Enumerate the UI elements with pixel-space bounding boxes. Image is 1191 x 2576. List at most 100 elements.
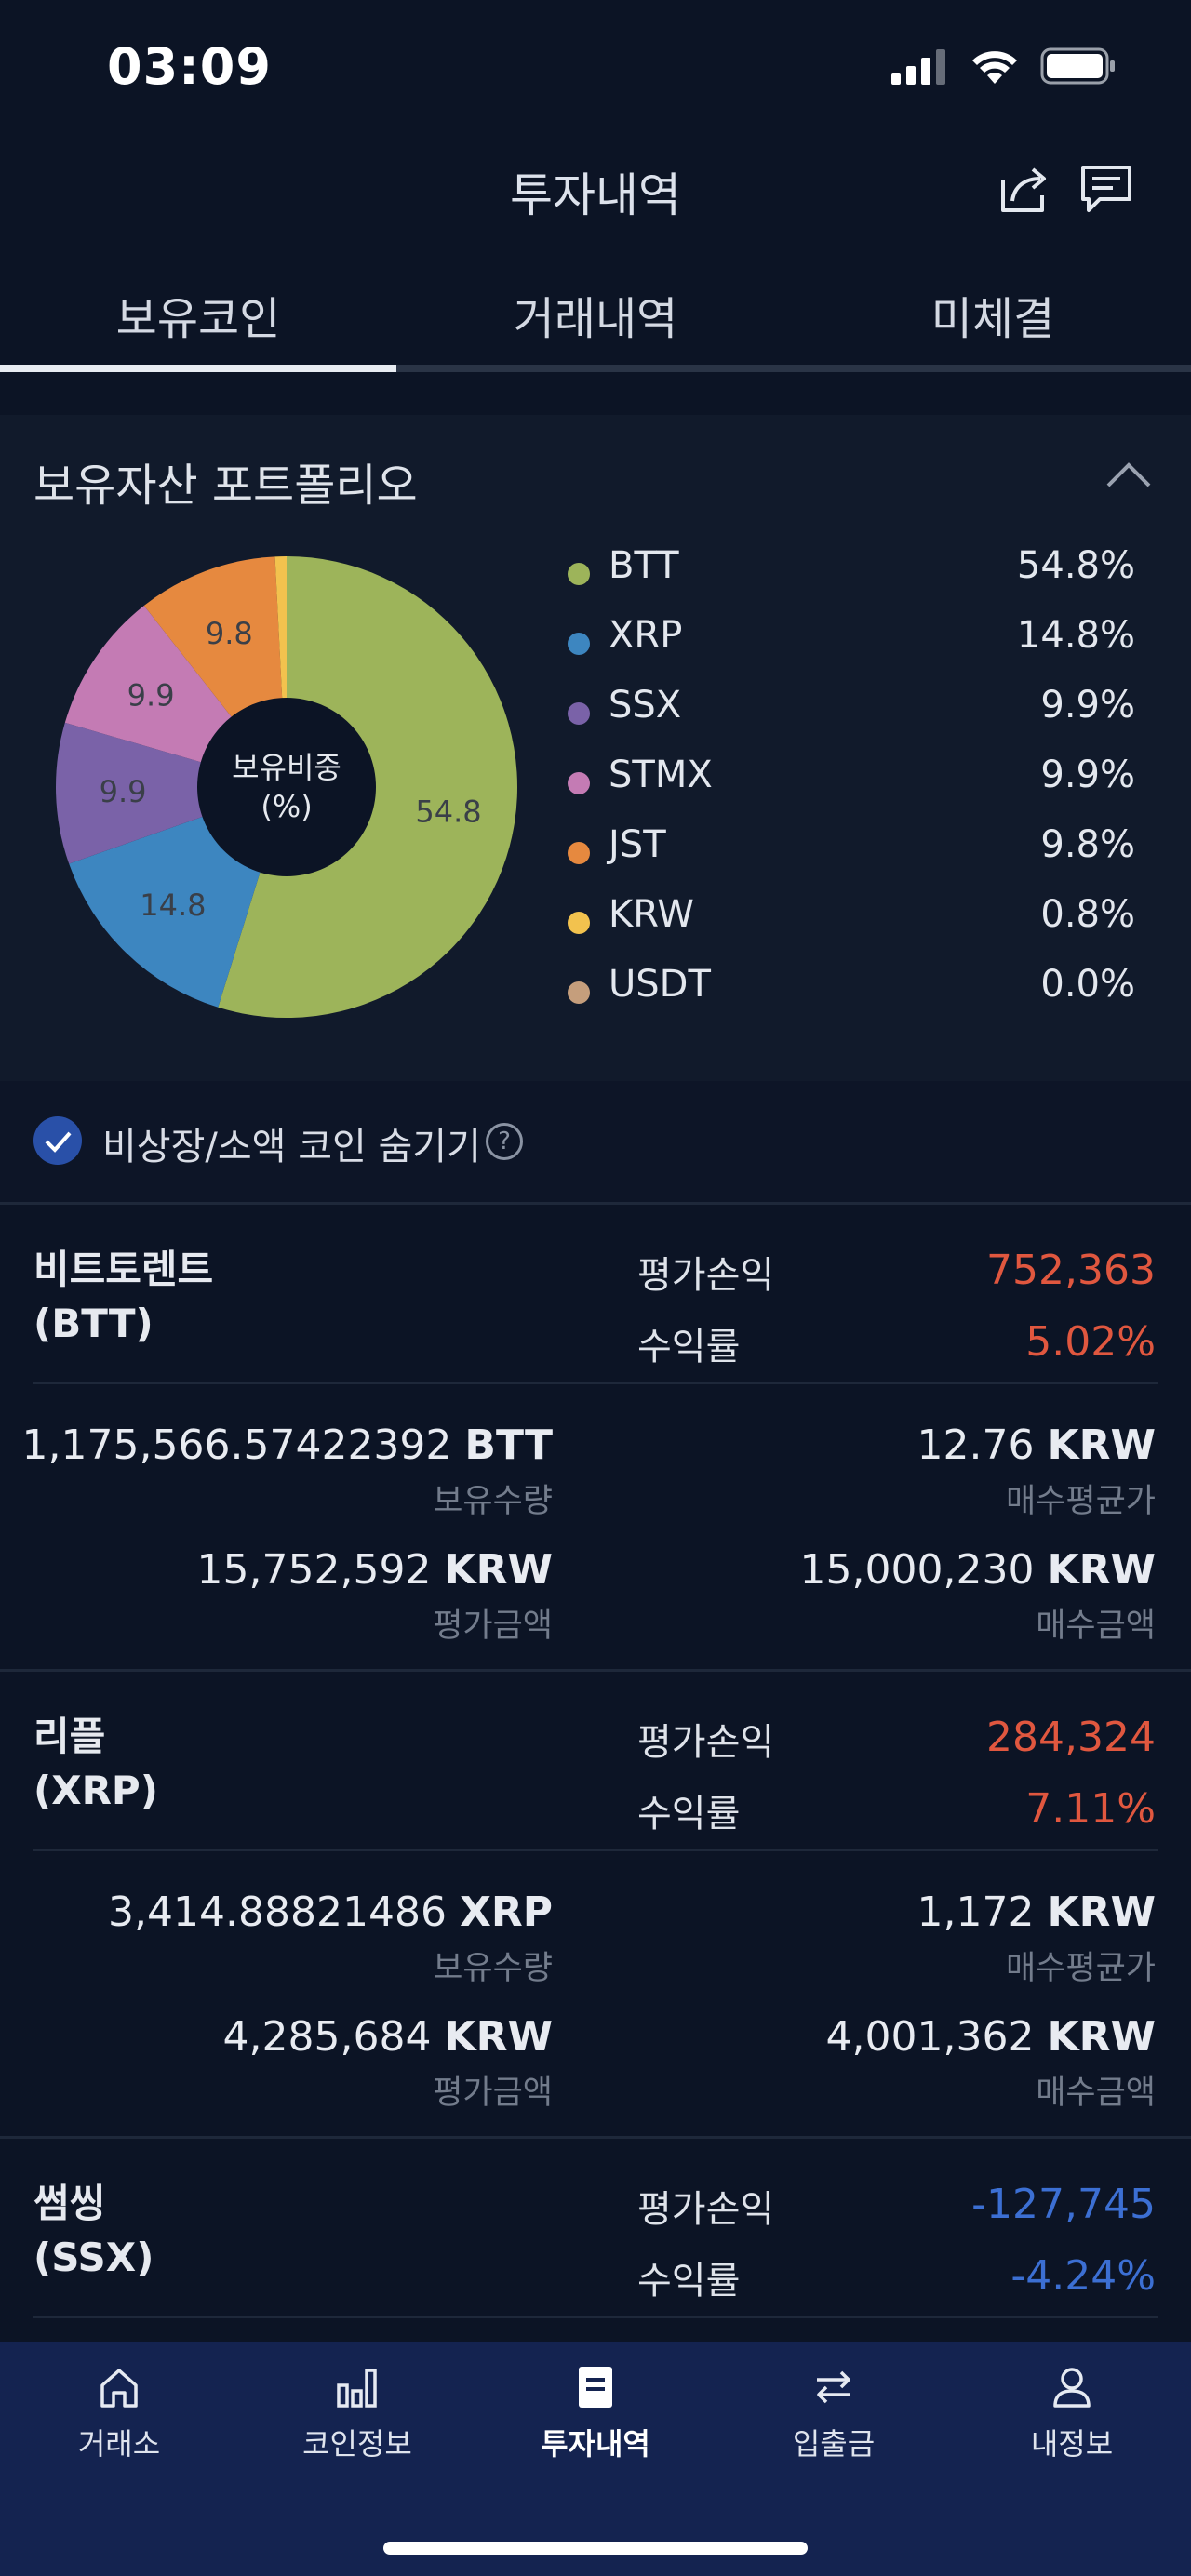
eval-pl-value: -127,745 — [971, 2181, 1156, 2228]
legend-item: SSX 9.9% — [568, 684, 1135, 740]
collapse-button[interactable] — [1103, 456, 1155, 493]
status-icons — [891, 45, 1117, 87]
yield-value: 7.11% — [1025, 1785, 1156, 1833]
coin-name: 리플 (XRP) — [33, 1714, 158, 1813]
legend-name: KRW — [609, 893, 694, 936]
nav-label: 입출금 — [792, 2426, 876, 2462]
donut-center-label: 보유비중 — [232, 750, 341, 785]
nav-label: 코인정보 — [302, 2426, 412, 2462]
help-icon[interactable]: ? — [486, 1123, 523, 1160]
coin-name: 비트토렌트 (BTT) — [33, 1247, 214, 1346]
divider — [0, 1669, 1191, 1672]
buy-amount-label: 매수금액 — [1036, 2075, 1156, 2112]
avg-buy-price-label: 매수평균가 — [1005, 1950, 1156, 1987]
nav-investment-history[interactable]: 투자내역 — [476, 2363, 715, 2465]
tab-open-orders[interactable]: 미체결 — [795, 282, 1191, 347]
donut-slice-label: 9.9 — [127, 678, 175, 714]
chat-button[interactable] — [1077, 160, 1135, 218]
battery-icon — [1040, 47, 1115, 85]
share-button[interactable] — [996, 160, 1053, 218]
home-indicator — [383, 2542, 808, 2555]
tab-holdings[interactable]: 보유코인 — [0, 282, 396, 347]
legend-item: BTT 54.8% — [568, 544, 1135, 600]
buy-amount-label: 매수금액 — [1036, 1608, 1156, 1645]
legend-percent: 9.9% — [1040, 754, 1135, 796]
hide-small-coins-checkbox[interactable] — [33, 1116, 82, 1165]
nav-deposit-withdraw[interactable]: 입출금 — [715, 2363, 953, 2465]
avg-buy-price-label: 매수평균가 — [1005, 1483, 1156, 1520]
eval-pl-value: 284,324 — [986, 1714, 1156, 1761]
eval-pl-label: 평가손익 — [637, 1254, 775, 1297]
donut-hole — [197, 698, 376, 876]
eval-amount: 4,285,684 KRW — [222, 2013, 553, 2061]
document-icon — [579, 2367, 612, 2408]
legend-percent: 0.8% — [1040, 893, 1135, 936]
legend-color-dot — [568, 563, 590, 585]
legend-name: STMX — [609, 754, 713, 796]
coin-name: 썸씽 (SSX) — [33, 2181, 154, 2280]
bar-chart-icon — [337, 2369, 377, 2408]
donut-slice-label: 14.8 — [140, 888, 206, 923]
status-time: 03:09 — [107, 37, 272, 96]
legend-percent: 9.8% — [1040, 823, 1135, 866]
eval-amount-label: 평가금액 — [433, 1608, 553, 1645]
nav-coin-info[interactable]: 코인정보 — [238, 2363, 476, 2465]
divider — [0, 2136, 1191, 2139]
legend-name: BTT — [609, 544, 679, 587]
yield-label: 수익률 — [637, 1793, 741, 1835]
row-divider — [33, 1849, 1158, 1851]
holding-qty: 3,414.88821486 XRP — [108, 1889, 553, 1936]
legend-percent: 14.8% — [1016, 614, 1135, 657]
transfer-icon — [817, 2370, 850, 2404]
donut-slice-label: 9.9 — [100, 774, 147, 809]
legend-percent: 9.9% — [1040, 684, 1135, 727]
legend-item: USDT 0.0% — [568, 963, 1135, 1019]
portfolio-title: 보유자산 포트폴리오 — [33, 460, 418, 512]
legend-name: USDT — [609, 963, 711, 1006]
row-divider — [33, 2316, 1158, 2318]
signal-icon — [891, 49, 945, 85]
tab-trade-history[interactable]: 거래내역 — [397, 282, 794, 347]
buy-amount: 15,000,230 KRW — [799, 1546, 1156, 1594]
legend-item: KRW 0.8% — [568, 893, 1135, 949]
legend-color-dot — [568, 702, 590, 725]
holding-qty: 1,175,566.57422392 BTT — [21, 1421, 553, 1469]
home-icon — [100, 2369, 138, 2408]
legend-item: STMX 9.9% — [568, 754, 1135, 809]
eval-pl-label: 평가손익 — [637, 2188, 775, 2231]
legend-percent: 0.0% — [1040, 963, 1135, 1006]
nav-exchange[interactable]: 거래소 — [0, 2363, 238, 2465]
eval-pl-value: 752,363 — [986, 1247, 1156, 1294]
donut-slice-label: 9.8 — [206, 616, 253, 651]
holding-qty-label: 보유수량 — [433, 1483, 553, 1520]
holding-qty-label: 보유수량 — [433, 1950, 553, 1987]
donut-center-unit: (%) — [261, 789, 312, 824]
eval-amount-label: 평가금액 — [433, 2075, 553, 2112]
portfolio-donut-chart: 보유비중 (%) 54.8 14.8 9.9 9.9 9.8 — [55, 556, 518, 1018]
user-icon — [1053, 2368, 1091, 2408]
row-divider — [33, 1382, 1158, 1384]
legend-name: SSX — [609, 684, 682, 727]
nav-my-info[interactable]: 내정보 — [953, 2363, 1191, 2465]
legend-color-dot — [568, 981, 590, 1004]
share-icon — [1001, 167, 1046, 212]
yield-value: 5.02% — [1025, 1318, 1156, 1366]
nav-label: 내정보 — [1030, 2426, 1114, 2462]
legend-color-dot — [568, 772, 590, 794]
legend-name: XRP — [609, 614, 683, 657]
divider — [0, 1202, 1191, 1205]
legend-color-dot — [568, 633, 590, 655]
wifi-icon — [972, 51, 1017, 84]
legend-color-dot — [568, 912, 590, 934]
donut-slice-label: 54.8 — [415, 794, 481, 829]
legend-item: XRP 14.8% — [568, 614, 1135, 670]
legend-name: JST — [609, 823, 666, 866]
hide-small-coins-label[interactable]: 비상장/소액 코인 숨기기 — [102, 1116, 481, 1170]
yield-label: 수익률 — [637, 2260, 741, 2302]
check-icon — [45, 1131, 72, 1153]
eval-pl-label: 평가손익 — [637, 1721, 775, 1764]
chevron-up-icon — [1106, 462, 1151, 487]
eval-amount: 15,752,592 KRW — [196, 1546, 553, 1594]
legend-item: JST 9.8% — [568, 823, 1135, 879]
yield-value: -4.24% — [1010, 2252, 1156, 2300]
